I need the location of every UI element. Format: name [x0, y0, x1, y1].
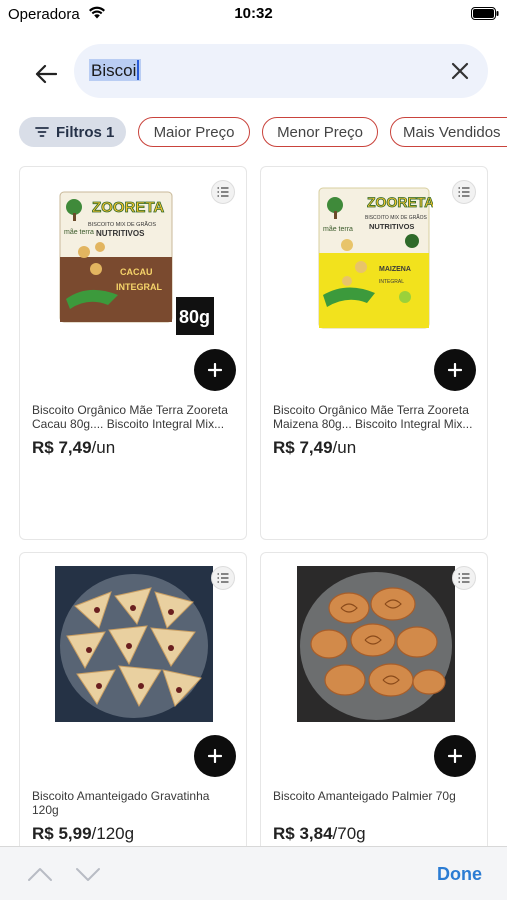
price-value: R$ 3,84	[273, 824, 333, 843]
price-unit: /120g	[91, 824, 135, 843]
back-button[interactable]	[28, 56, 64, 92]
battery-icon	[471, 7, 499, 20]
arrow-left-icon	[35, 64, 57, 84]
list-icon	[217, 573, 229, 583]
product-image: mãe terra ZOORETA BISCOITO MIX DE GRÃOS …	[58, 187, 218, 337]
product-card[interactable]: Biscoito Amanteigado Gravatinha 120g R$ …	[19, 552, 247, 862]
product-card[interactable]: Biscoito Amanteigado Palmier 70g R$ 3,84…	[260, 552, 488, 862]
done-button[interactable]: Done	[437, 864, 482, 885]
plus-icon	[448, 363, 462, 377]
pkg-flavor-text: CACAU	[120, 267, 153, 277]
add-to-list-button[interactable]	[452, 566, 476, 590]
price-unit: /un	[91, 438, 116, 457]
product-price: R$ 5,99/120g	[32, 824, 134, 844]
chevron-down-icon[interactable]	[75, 864, 101, 884]
add-to-cart-button[interactable]	[194, 349, 236, 391]
add-to-list-button[interactable]	[452, 180, 476, 204]
price-value: R$ 7,49	[32, 438, 92, 457]
list-icon	[217, 187, 229, 197]
status-time: 10:32	[234, 5, 273, 22]
product-price: R$ 3,84/70g	[273, 824, 366, 844]
plus-icon	[208, 749, 222, 763]
filter-lines-icon	[35, 127, 49, 137]
add-to-cart-button[interactable]	[194, 735, 236, 777]
product-card[interactable]: mãe terra ZOORETA BISCOITO MIX DE GRÃOS …	[19, 166, 247, 540]
add-to-cart-button[interactable]	[434, 735, 476, 777]
pkg-line2-text: NUTRITIVOS	[369, 222, 414, 231]
product-image	[55, 566, 213, 722]
product-price: R$ 7,49/un	[32, 438, 115, 458]
pkg-brand-text: ZOORETA	[92, 199, 164, 216]
pkg-line1-text: BISCOITO MIX DE GRÃOS	[365, 214, 428, 221]
filters-count: 1	[106, 123, 115, 141]
product-image: mãe terra ZOORETA BISCOITO MIX DE GRÃOS …	[317, 185, 433, 333]
add-to-list-button[interactable]	[211, 180, 235, 204]
pkg-maker-text: mãe terra	[64, 229, 94, 236]
filters-button[interactable]: Filtros 1	[19, 117, 126, 147]
plus-icon	[208, 363, 222, 377]
list-icon	[458, 187, 470, 197]
price-unit: /70g	[332, 824, 366, 843]
pkg-flavor2-text: INTEGRAL	[379, 279, 404, 285]
pkg-brand-text: ZOORETA	[367, 194, 433, 210]
pkg-flavor-text: MAIZENA	[379, 266, 411, 273]
pkg-maker-text: mãe terra	[323, 226, 353, 233]
product-name: Biscoito Orgânico Mãe Terra Zooreta Maiz…	[273, 403, 473, 431]
price-value: R$ 7,49	[273, 438, 333, 457]
product-price: R$ 7,49/un	[273, 438, 356, 458]
price-value: R$ 5,99	[32, 824, 92, 843]
search-bar[interactable]: Biscoi	[74, 44, 488, 98]
status-bar: Operadora 10:32	[0, 0, 507, 28]
pkg-line1-text: BISCOITO MIX DE GRÃOS	[88, 221, 156, 228]
filters-label: Filtros	[56, 123, 102, 141]
app-screen: Operadora 10:32 Biscoi Filtros 1 Maior P…	[0, 0, 507, 900]
keyboard-accessory-bar: Done	[0, 846, 507, 900]
plus-icon	[448, 749, 462, 763]
chevron-up-icon[interactable]	[27, 864, 53, 884]
search-input[interactable]: Biscoi	[89, 59, 142, 81]
price-unit: /un	[332, 438, 357, 457]
list-icon	[458, 573, 470, 583]
add-to-cart-button[interactable]	[434, 349, 476, 391]
pkg-flavor2-text: INTEGRAL	[116, 282, 163, 292]
product-name: Biscoito Orgânico Mãe Terra Zooreta Caca…	[32, 403, 228, 431]
product-card[interactable]: mãe terra ZOORETA BISCOITO MIX DE GRÃOS …	[260, 166, 488, 540]
product-image	[297, 566, 455, 722]
product-name: Biscoito Amanteigado Gravatinha 120g	[32, 789, 210, 817]
product-name: Biscoito Amanteigado Palmier 70g	[273, 789, 456, 803]
chip-menor-preco[interactable]: Menor Preço	[262, 117, 378, 147]
chip-maior-preco[interactable]: Maior Preço	[138, 117, 250, 147]
pkg-weight-text: 80g	[179, 307, 210, 327]
add-to-list-button[interactable]	[211, 566, 235, 590]
clear-search-icon[interactable]	[448, 59, 472, 83]
chip-mais-vendidos[interactable]: Mais Vendidos	[390, 117, 507, 147]
pkg-line2-text: NUTRITIVOS	[96, 229, 145, 238]
